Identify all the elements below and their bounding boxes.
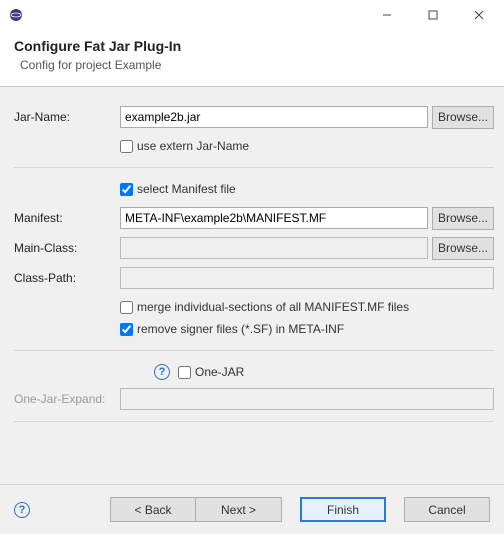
- eclipse-icon: [8, 7, 24, 23]
- select-manifest-checkbox[interactable]: [120, 183, 133, 196]
- manifest-input[interactable]: [120, 207, 428, 229]
- next-button[interactable]: Next >: [196, 497, 282, 522]
- manifest-browse-button[interactable]: Browse...: [432, 207, 494, 230]
- close-button[interactable]: [456, 0, 502, 30]
- jar-name-input[interactable]: [120, 106, 428, 128]
- manifest-label: Manifest:: [14, 211, 120, 225]
- dialog-title: Configure Fat Jar Plug-In: [14, 38, 490, 54]
- help-icon[interactable]: ?: [154, 364, 170, 380]
- select-manifest-label: select Manifest file: [137, 182, 236, 196]
- jar-name-label: Jar-Name:: [14, 110, 120, 124]
- dialog-subtitle: Config for project Example: [14, 58, 490, 72]
- dialog-footer: ? < Back Next > Finish Cancel: [0, 484, 504, 534]
- jar-name-browse-button[interactable]: Browse...: [432, 106, 494, 129]
- one-jar-label: One-JAR: [195, 365, 244, 379]
- remove-signer-label: remove signer files (*.SF) in META-INF: [137, 322, 344, 336]
- one-jar-checkbox[interactable]: [178, 366, 191, 379]
- main-class-label: Main-Class:: [14, 241, 120, 255]
- maximize-button[interactable]: [410, 0, 456, 30]
- one-jar-expand-input: [120, 388, 494, 410]
- use-extern-label: use extern Jar-Name: [137, 139, 249, 153]
- cancel-button[interactable]: Cancel: [404, 497, 490, 522]
- use-extern-checkbox[interactable]: [120, 140, 133, 153]
- main-class-browse-button[interactable]: Browse...: [432, 237, 494, 260]
- merge-checkbox[interactable]: [120, 301, 133, 314]
- window-titlebar: [0, 0, 504, 30]
- dialog-header: Configure Fat Jar Plug-In Config for pro…: [0, 30, 504, 87]
- class-path-input: [120, 267, 494, 289]
- merge-label: merge individual-sections of all MANIFES…: [137, 300, 409, 314]
- back-button[interactable]: < Back: [110, 497, 196, 522]
- help-icon[interactable]: ?: [14, 502, 30, 518]
- main-class-input: [120, 237, 428, 259]
- remove-signer-checkbox[interactable]: [120, 323, 133, 336]
- finish-button[interactable]: Finish: [300, 497, 386, 522]
- divider: [14, 167, 494, 168]
- minimize-button[interactable]: [364, 0, 410, 30]
- dialog-content: Jar-Name: Browse... use extern Jar-Name …: [0, 87, 504, 442]
- one-jar-expand-label: One-Jar-Expand:: [14, 392, 120, 406]
- divider: [14, 350, 494, 351]
- class-path-label: Class-Path:: [14, 271, 120, 285]
- divider: [14, 421, 494, 422]
